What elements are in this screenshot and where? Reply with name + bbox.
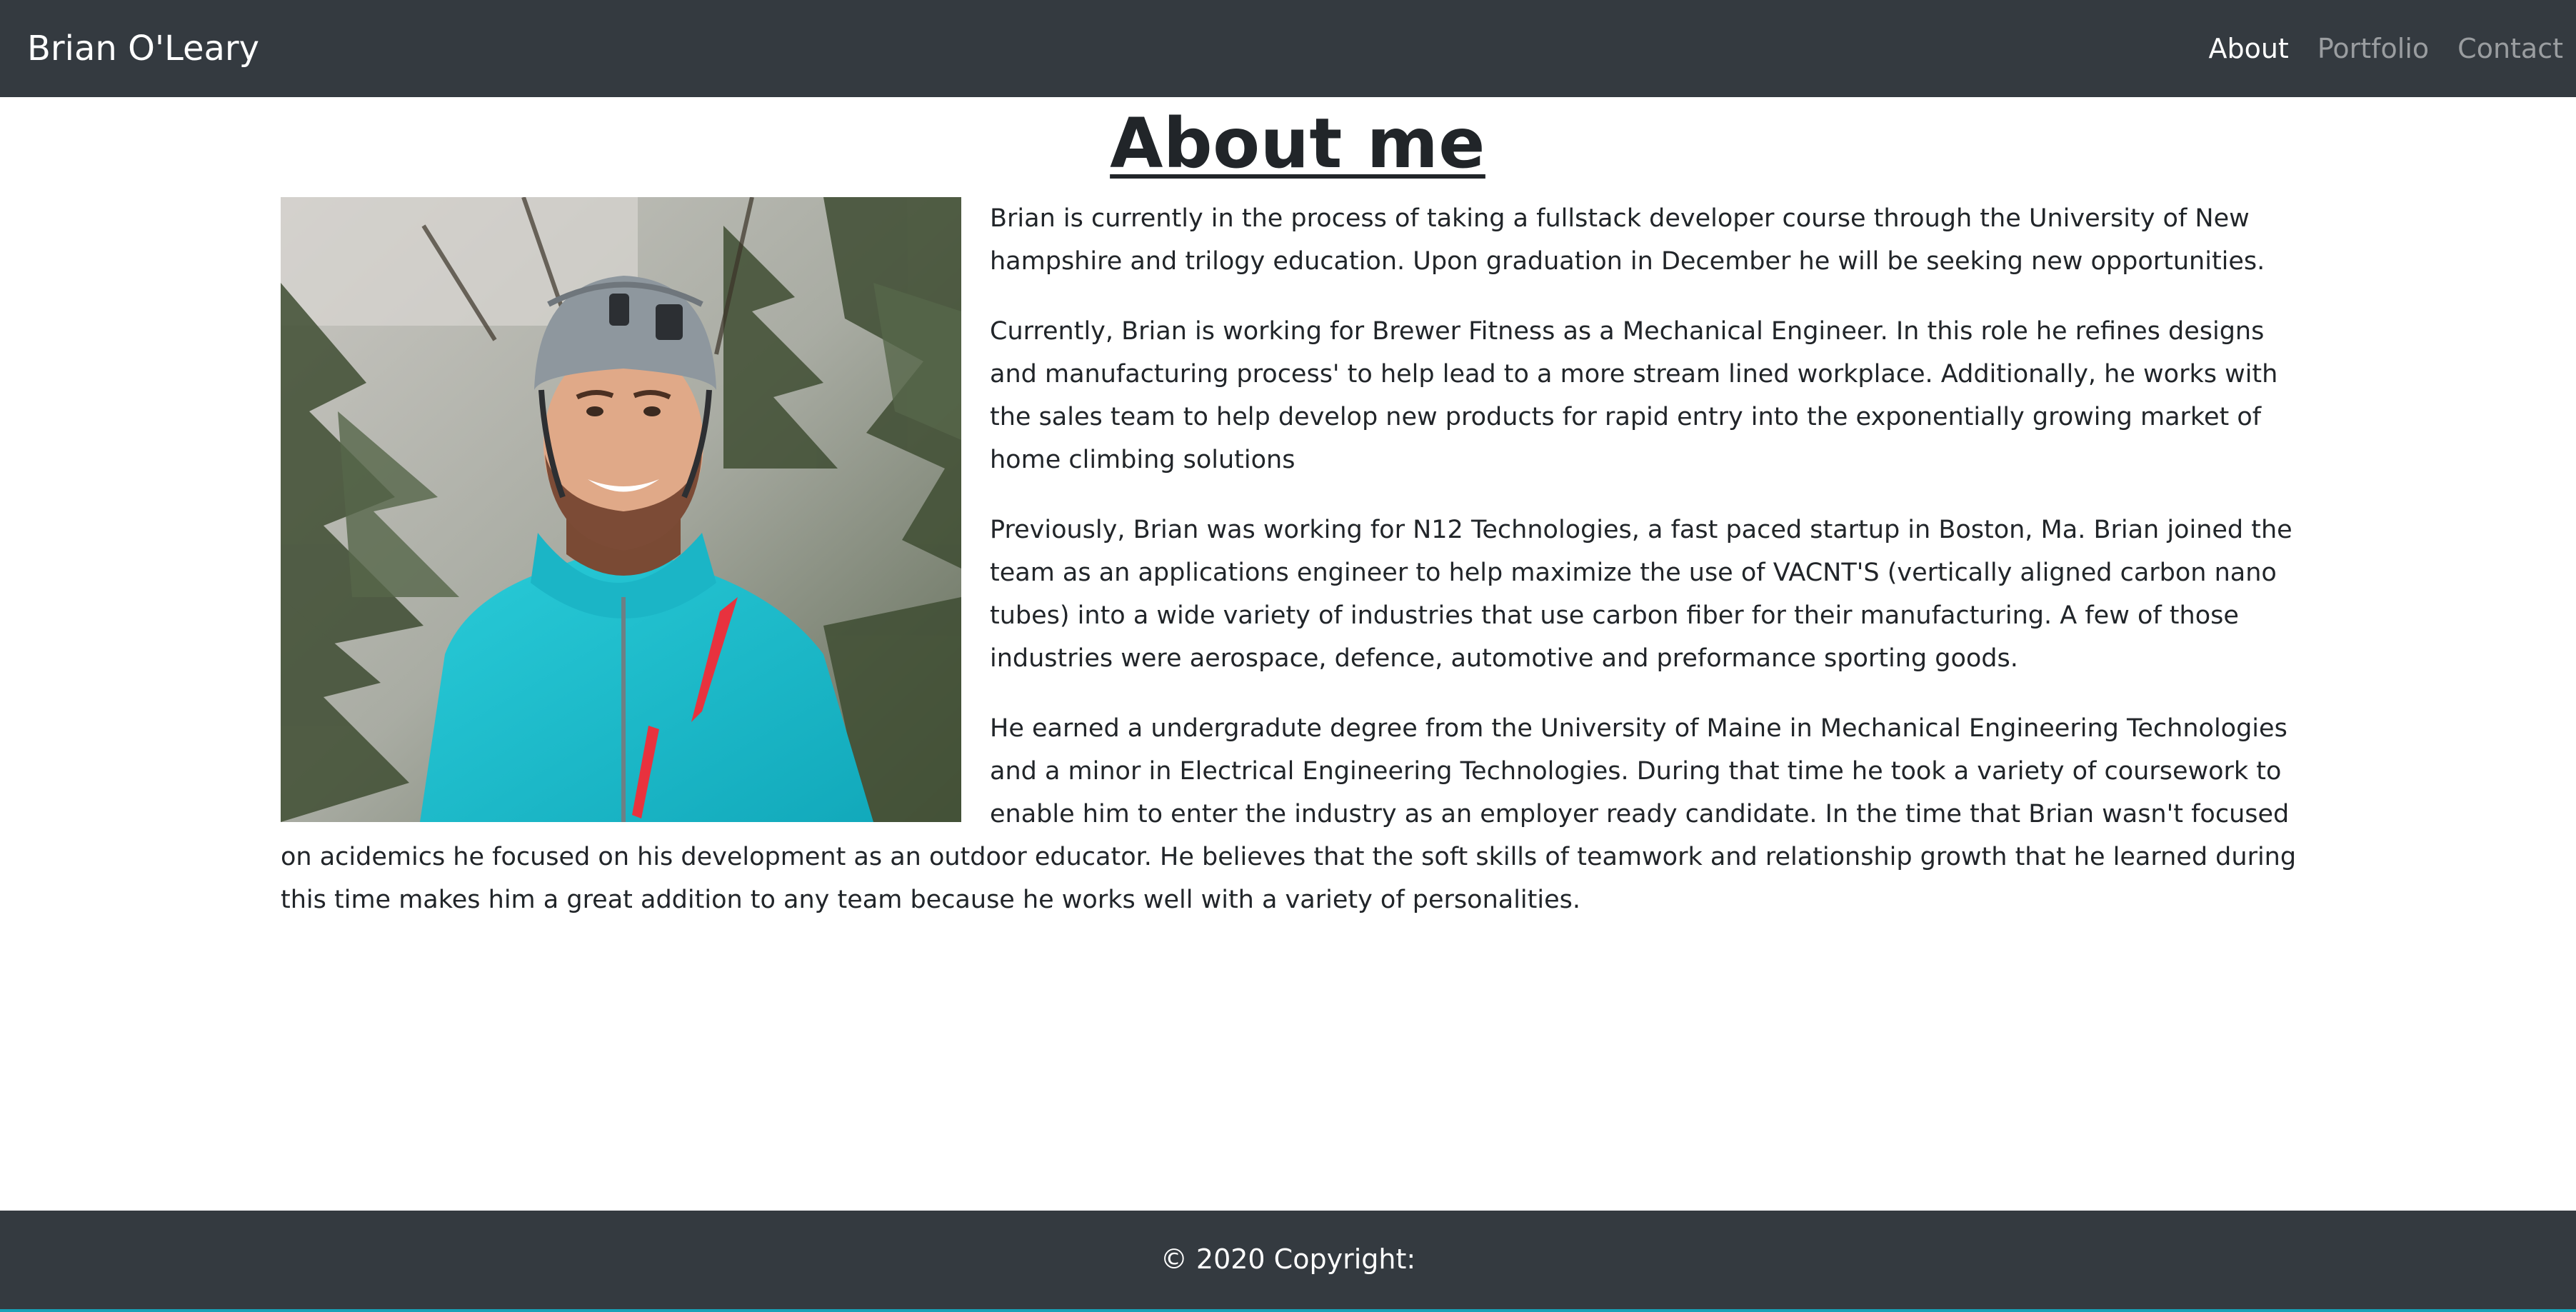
profile-photo <box>281 197 961 822</box>
nav-link-portfolio[interactable]: Portfolio <box>2317 29 2429 69</box>
page-title: About me <box>1110 104 1485 184</box>
brand-link[interactable]: Brian O'Leary <box>27 27 259 70</box>
nav-link-contact[interactable]: Contact <box>2457 29 2563 69</box>
about-section: About me Brian is currently in the proce… <box>281 97 2315 948</box>
nav-link-about[interactable]: About <box>2208 29 2288 69</box>
nav-links: About Portfolio Contact <box>2208 29 2563 69</box>
about-body: Brian is currently in the process of tak… <box>281 197 2315 921</box>
footer: © 2020 Copyright: <box>0 1211 2576 1312</box>
copyright-text: © 2020 Copyright: <box>1160 1243 1416 1275</box>
navbar: Brian O'Leary About Portfolio Contact <box>0 0 2576 97</box>
